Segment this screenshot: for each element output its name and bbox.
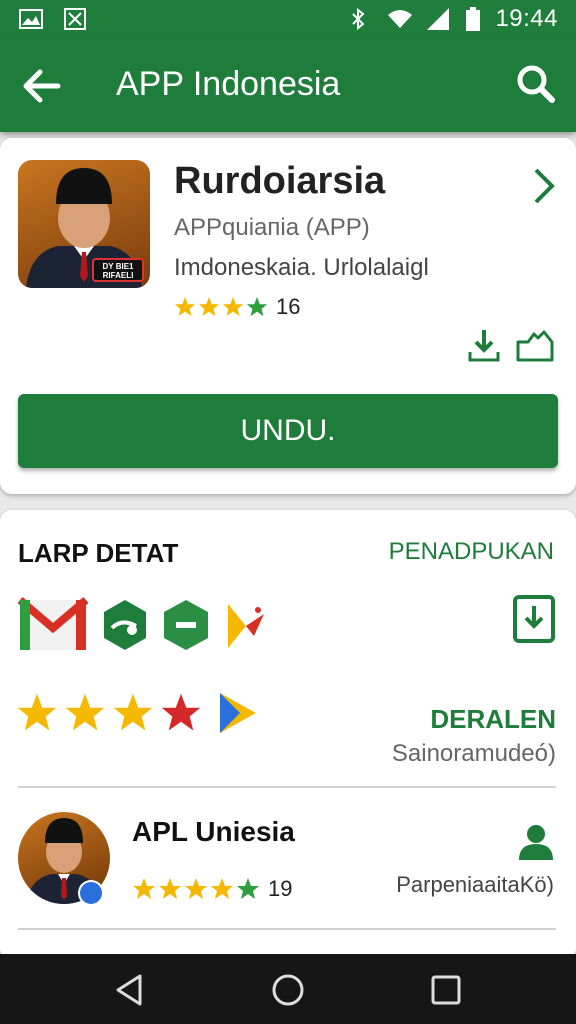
- save-download-icon[interactable]: [512, 594, 556, 644]
- rating-count: 16: [276, 294, 301, 319]
- app-card: DY BIE1 RIFAELI Rurdoiarsia APPquiaпia (…: [0, 138, 576, 494]
- star-icon: [64, 692, 106, 734]
- app-subtitle: APPquiaпia (APP): [174, 214, 370, 241]
- user-rating: 19: [132, 876, 292, 902]
- search-icon[interactable]: [514, 62, 558, 106]
- rank-label: DERALEN: [430, 704, 556, 734]
- image-icon: [18, 6, 44, 32]
- green-app-icon[interactable]: [102, 596, 148, 654]
- star-icon: [132, 877, 156, 901]
- star-icon: [16, 692, 58, 734]
- star-icon: [236, 877, 260, 901]
- play-store-icon[interactable]: [216, 690, 260, 736]
- app-badge: DY BIE1 RIFAELI: [92, 258, 144, 282]
- star-icon: [184, 877, 208, 901]
- star-icon: [112, 692, 154, 734]
- star-icon: [210, 877, 234, 901]
- bluetooth-icon: [345, 6, 371, 32]
- green-hex-icon[interactable]: [162, 596, 210, 654]
- divider: [18, 928, 556, 930]
- app-rating: 16: [174, 294, 300, 320]
- status-bar: 19:44: [0, 0, 576, 38]
- gallery-icon: [62, 6, 88, 32]
- gmail-icon[interactable]: [17, 596, 89, 654]
- star-icon: [246, 296, 268, 318]
- signal-icon: [425, 6, 451, 32]
- star-icon: [198, 296, 220, 318]
- related-apps-row: [17, 596, 266, 654]
- person-icon[interactable]: [516, 822, 556, 862]
- share-icon[interactable]: [514, 328, 556, 364]
- app-name: Rurdoiarsia: [174, 160, 386, 202]
- star-icon: [160, 692, 202, 734]
- download-icon[interactable]: [466, 328, 502, 364]
- status-time: 19:44: [495, 5, 558, 32]
- star-icon: [222, 296, 244, 318]
- wifi-icon: [385, 6, 413, 32]
- app-icon[interactable]: DY BIE1 RIFAELI: [18, 160, 150, 288]
- user-meta: ParpeniaaitaKö): [396, 872, 554, 897]
- detail-card: LARP DETAT PENADPUKAN DERALEN Sainoramud…: [0, 510, 576, 960]
- page-title: APP Indonesia: [116, 65, 341, 103]
- rank-sub: Sainoramudeó): [391, 740, 556, 767]
- nav-back-icon[interactable]: [110, 970, 150, 1010]
- app-bar: APP Indonesia: [0, 38, 576, 132]
- chevron-right-icon[interactable]: [528, 166, 558, 206]
- nav-home-icon[interactable]: [268, 970, 308, 1010]
- battery-icon: [465, 6, 481, 32]
- star-icon: [158, 877, 182, 901]
- star-icon: [174, 296, 196, 318]
- user-name: APL Uniesia: [132, 816, 295, 847]
- pinwheel-icon[interactable]: [224, 596, 266, 654]
- nav-recents-icon[interactable]: [426, 970, 466, 1010]
- user-rating-count: 19: [268, 876, 293, 901]
- big-rating-row: [16, 690, 260, 736]
- arrow-left-icon[interactable]: [18, 62, 66, 110]
- navigation-bar: [0, 954, 576, 1024]
- section-link[interactable]: PENADPUKAN: [389, 538, 554, 566]
- install-button[interactable]: UNDU.: [18, 394, 558, 468]
- verified-badge-icon: [78, 880, 104, 906]
- app-developer: Imdoneskaia. Urlolalaigl: [174, 254, 429, 281]
- section-title: LARP DETAT: [18, 538, 179, 568]
- divider: [18, 786, 556, 788]
